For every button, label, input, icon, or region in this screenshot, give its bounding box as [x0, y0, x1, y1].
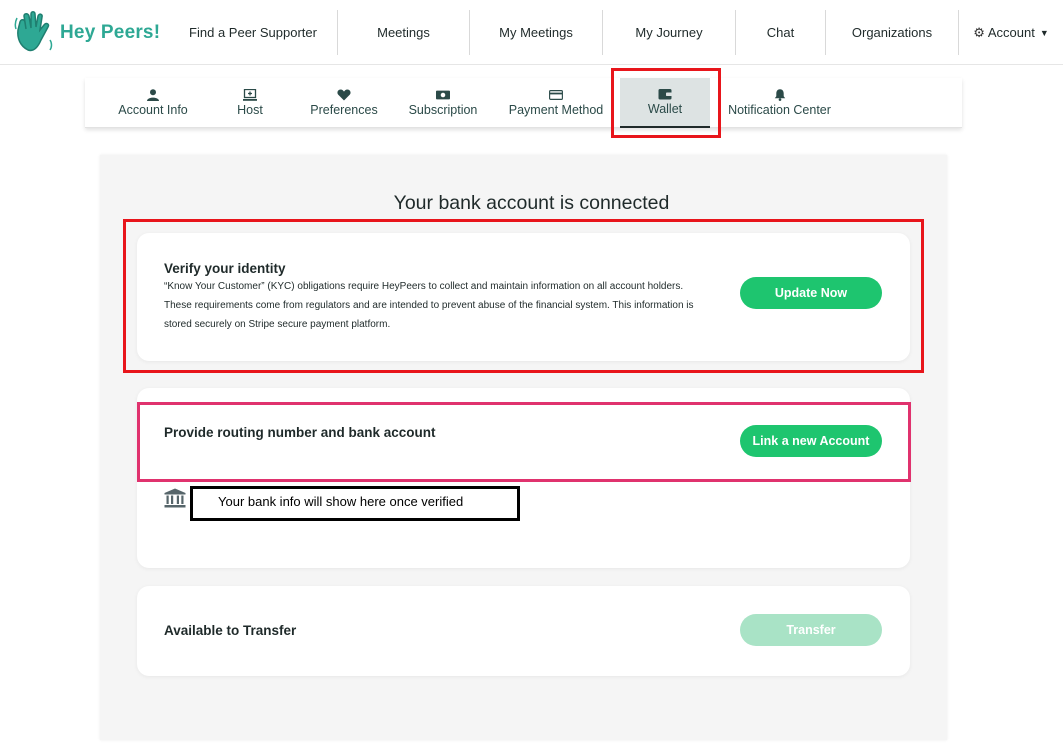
transfer-card: Available to Transfer Transfer [137, 586, 910, 676]
tab-label: Account Info [118, 103, 188, 117]
bell-icon [774, 89, 785, 101]
logo[interactable]: Hey Peers! [14, 9, 160, 57]
account-label: Account [987, 25, 1035, 40]
user-icon [147, 89, 159, 101]
tab-label: Host [237, 103, 263, 117]
wallet-status-title: Your bank account is connected [393, 192, 670, 214]
tab-payment-method[interactable]: Payment Method [503, 78, 609, 128]
tab-label: Subscription [408, 103, 478, 117]
tab-account-info[interactable]: Account Info [109, 78, 197, 128]
account-menu[interactable]: ⚙ Account ▼ [959, 10, 1063, 55]
caret-down-icon: ▼ [1039, 27, 1049, 38]
nav-chat[interactable]: Chat [736, 10, 825, 55]
verify-identity-highlight [123, 219, 924, 373]
tab-preferences[interactable]: Preferences [303, 78, 385, 128]
host-icon [243, 89, 257, 101]
nav-find-peer-supporter[interactable]: Find a Peer Supporter [180, 10, 326, 55]
nav-my-journey[interactable]: My Journey [603, 10, 735, 55]
heart-icon [337, 89, 351, 101]
transfer-button[interactable]: Transfer [740, 614, 882, 646]
tab-label: Payment Method [508, 103, 604, 117]
tab-notification-center[interactable]: Notification Center [722, 78, 837, 128]
nav-organizations[interactable]: Organizations [826, 10, 958, 55]
gears-icon: ⚙ [973, 24, 985, 40]
waving-hand-icon [14, 11, 53, 52]
top-navigation: Hey Peers! Find a Peer Supporter Meeting… [0, 0, 1063, 65]
bank-info-placeholder: Your bank info will show here once verif… [218, 494, 464, 509]
brand-name: Hey Peers! [60, 22, 161, 43]
tab-label: Preferences [310, 103, 378, 117]
nav-my-meetings[interactable]: My Meetings [470, 10, 602, 55]
tab-subscription[interactable]: Subscription [396, 78, 490, 128]
tab-host[interactable]: Host [207, 78, 293, 128]
nav-meetings[interactable]: Meetings [338, 10, 469, 55]
transfer-title: Available to Transfer [164, 623, 297, 638]
bank-icon [164, 488, 186, 508]
wallet-tab-highlight [611, 68, 721, 138]
credit-card-icon [549, 90, 563, 100]
tab-label: Notification Center [728, 103, 831, 117]
money-icon [436, 90, 450, 100]
account-subtabs: Account Info Host Preferences Subscripti… [85, 78, 962, 128]
bank-account-highlight [137, 402, 911, 482]
